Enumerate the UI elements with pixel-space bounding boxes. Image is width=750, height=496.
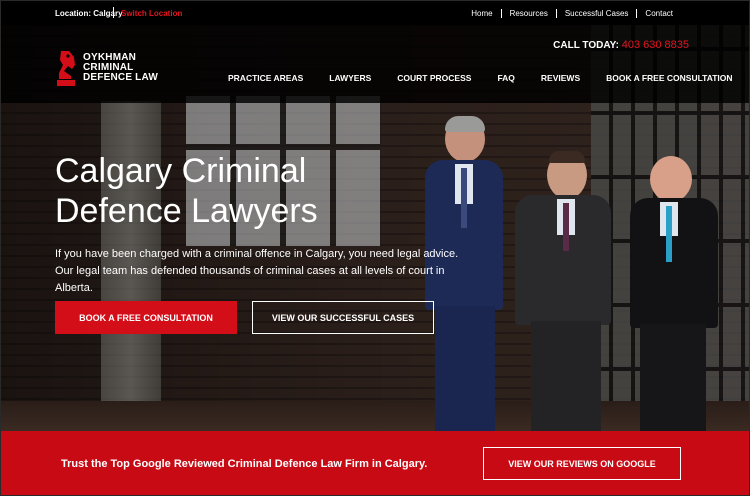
nav-book-consultation[interactable]: BOOK A FREE CONSULTATION [606,73,732,83]
lawyer-figure-3 [626,156,721,431]
nav-faq[interactable]: FAQ [497,73,514,83]
top-link-contact[interactable]: Contact [636,9,681,18]
logo-line-3: DEFENCE LAW [83,72,158,83]
top-link-successful-cases[interactable]: Successful Cases [555,9,637,18]
call-phone-number[interactable]: 403 630 8835 [622,39,689,51]
reviews-band-text: Trust the Top Google Reviewed Criminal D… [61,458,428,470]
site-header: OYKHMAN CRIMINAL DEFENCE LAW CALL TODAY:… [1,25,749,103]
nav-lawyers[interactable]: LAWYERS [329,73,371,83]
logo-wordmark[interactable]: OYKHMAN CRIMINAL DEFENCE LAW [83,53,158,83]
switch-location-link[interactable]: Switch Location [121,9,182,18]
nav-reviews[interactable]: REVIEWS [541,73,580,83]
nav-court-process[interactable]: COURT PROCESS [397,73,471,83]
hero-description: If you have been charged with a criminal… [55,248,459,294]
lawyer-figure-2 [511,151,616,431]
nav-practice-areas[interactable]: PRACTICE AREAS [228,73,303,83]
hero-title: Calgary Criminal Defence Lawyers [55,151,375,231]
hero-title-line-1: Calgary Criminal [55,152,307,190]
call-label: CALL TODAY: [553,40,619,51]
hero-title-line-2: Defence Lawyers [55,192,318,230]
main-navigation: PRACTICE AREAS LAWYERS COURT PROCESS FAQ… [228,73,733,83]
reviews-band: Trust the Top Google Reviewed Criminal D… [1,431,749,495]
chess-knight-icon[interactable] [55,49,77,87]
view-google-reviews-button[interactable]: VIEW OUR REVIEWS ON GOOGLE [483,447,681,480]
book-consultation-button[interactable]: BOOK A FREE CONSULTATION [55,301,237,334]
view-successful-cases-button[interactable]: VIEW OUR SUCCESSFUL CASES [252,301,434,334]
page: Location: Calgary Switch Location Home R… [0,0,750,496]
top-utility-bar: Location: Calgary Switch Location Home R… [1,1,749,25]
location-divider [113,7,114,18]
top-link-resources[interactable]: Resources [500,9,556,18]
top-links: Home Resources Successful Cases Contact [463,9,681,18]
top-link-home[interactable]: Home [463,9,500,18]
call-today: CALL TODAY: 403 630 8835 [553,39,689,51]
